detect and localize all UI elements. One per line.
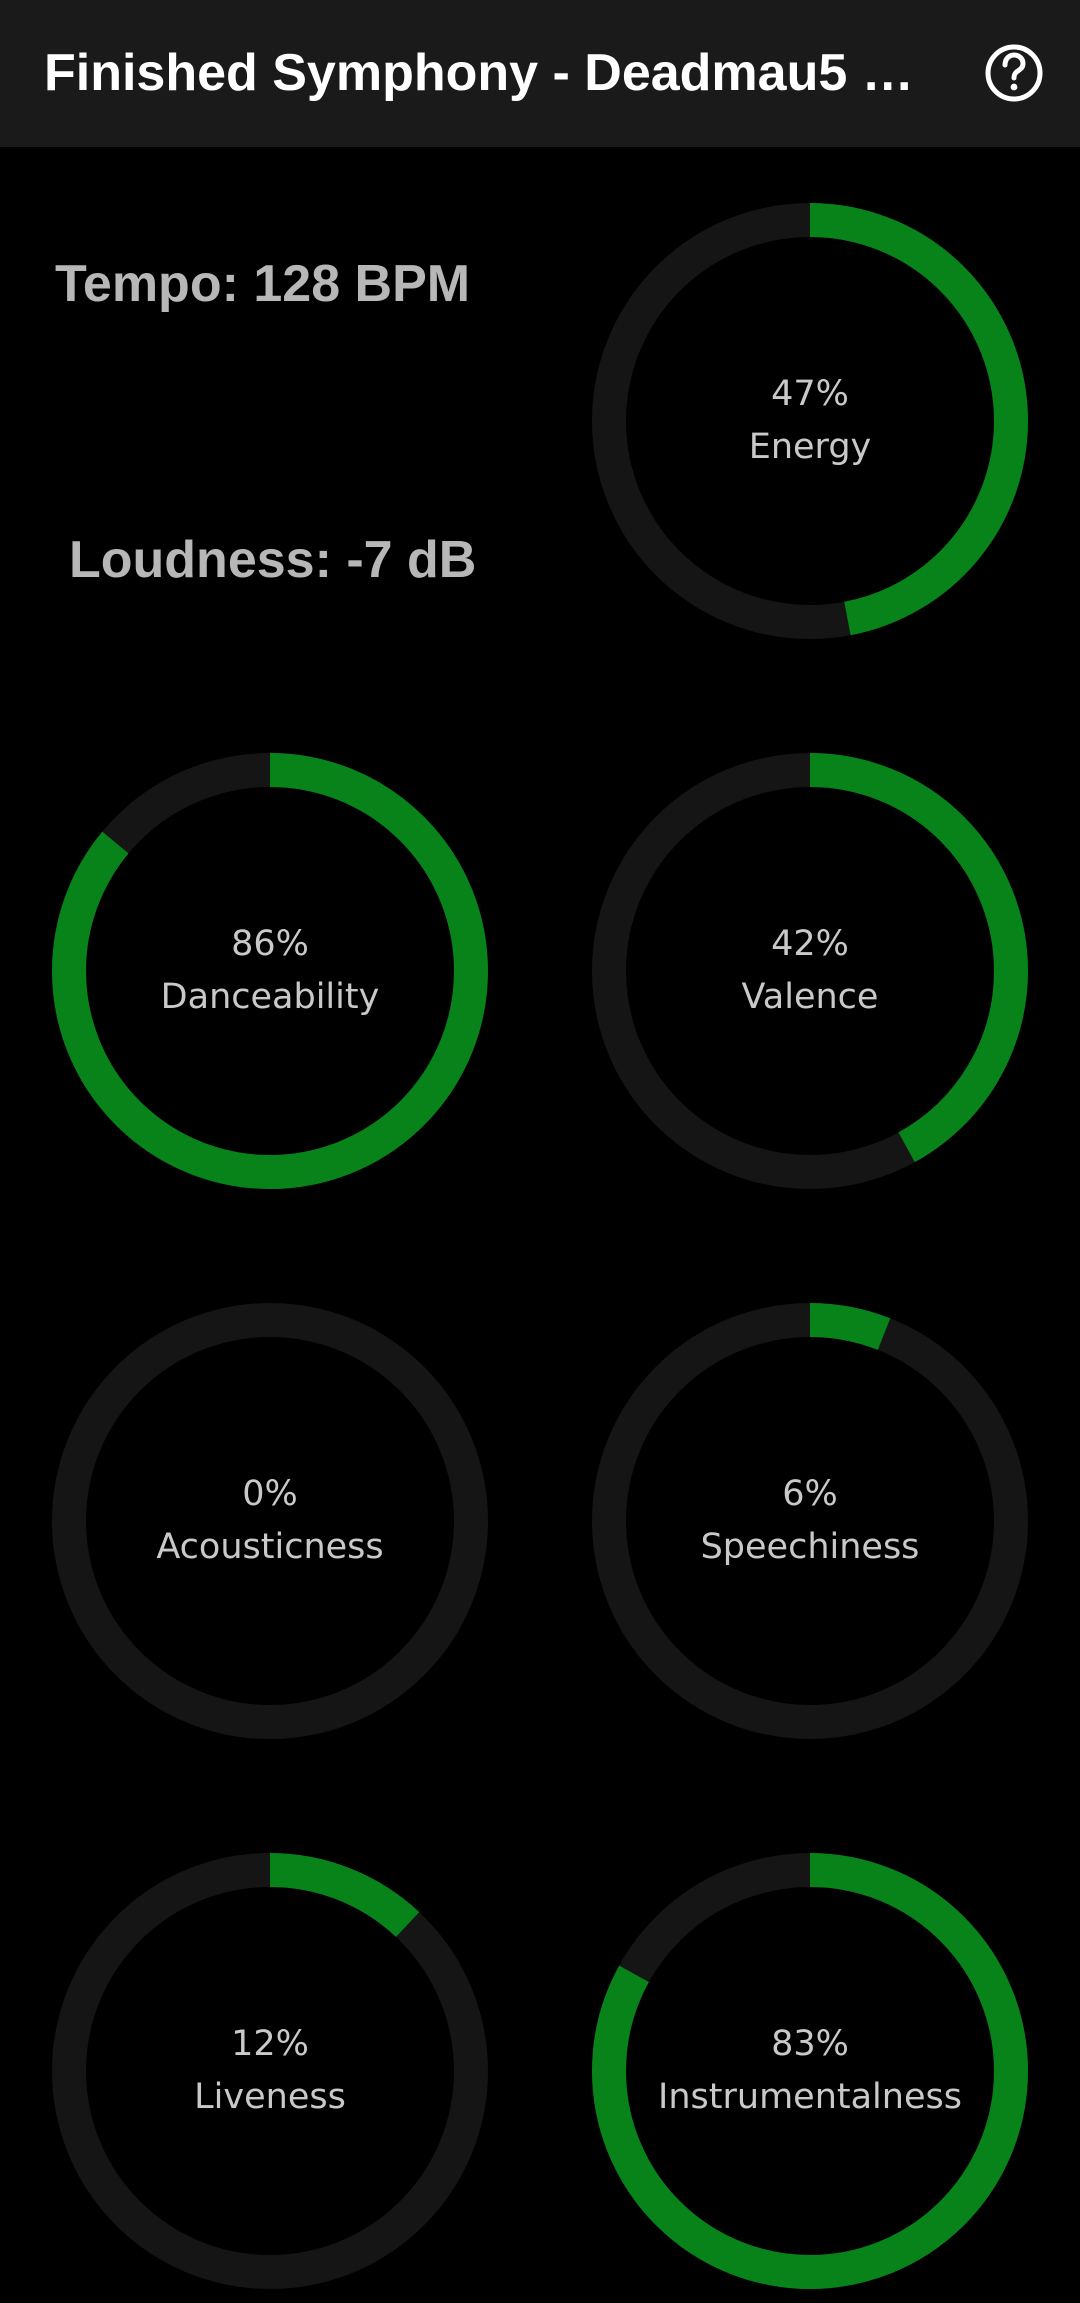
acousticness-percent: 0%: [242, 1474, 298, 1514]
danceability-label: Danceability: [160, 977, 380, 1017]
acousticness-gauge: 0% Acousticness: [52, 1303, 488, 1739]
speechiness-gauge: 6% Speechiness: [592, 1303, 1028, 1739]
acousticness-label: Acousticness: [156, 1527, 384, 1567]
valence-label: Valence: [741, 977, 879, 1017]
loudness-stat: Loudness: -7 dB: [69, 531, 477, 589]
help-circle-icon[interactable]: [982, 41, 1046, 105]
valence-percent: 42%: [771, 924, 849, 964]
energy-label: Energy: [748, 427, 872, 467]
instrumentalness-gauge: 83% Instrumentalness: [592, 1853, 1028, 2289]
danceability-percent: 86%: [231, 924, 309, 964]
liveness-label: Liveness: [194, 2077, 346, 2117]
energy-percent: 47%: [771, 374, 849, 414]
valence-gauge: 42% Valence: [592, 753, 1028, 1189]
app-bar: Finished Symphony - Deadmau5 Remix: [0, 0, 1080, 147]
tempo-stat: Tempo: 128 BPM: [55, 255, 471, 313]
instrumentalness-percent: 83%: [771, 2024, 849, 2064]
liveness-gauge: 12% Liveness: [52, 1853, 488, 2289]
speechiness-percent: 6%: [782, 1474, 838, 1514]
liveness-percent: 12%: [231, 2024, 309, 2064]
page-title: Finished Symphony - Deadmau5 Remix: [44, 44, 944, 102]
instrumentalness-label: Instrumentalness: [658, 2077, 962, 2117]
energy-gauge: 47% Energy: [592, 203, 1028, 639]
speechiness-label: Speechiness: [700, 1527, 920, 1567]
danceability-gauge: 86% Danceability: [52, 753, 488, 1189]
